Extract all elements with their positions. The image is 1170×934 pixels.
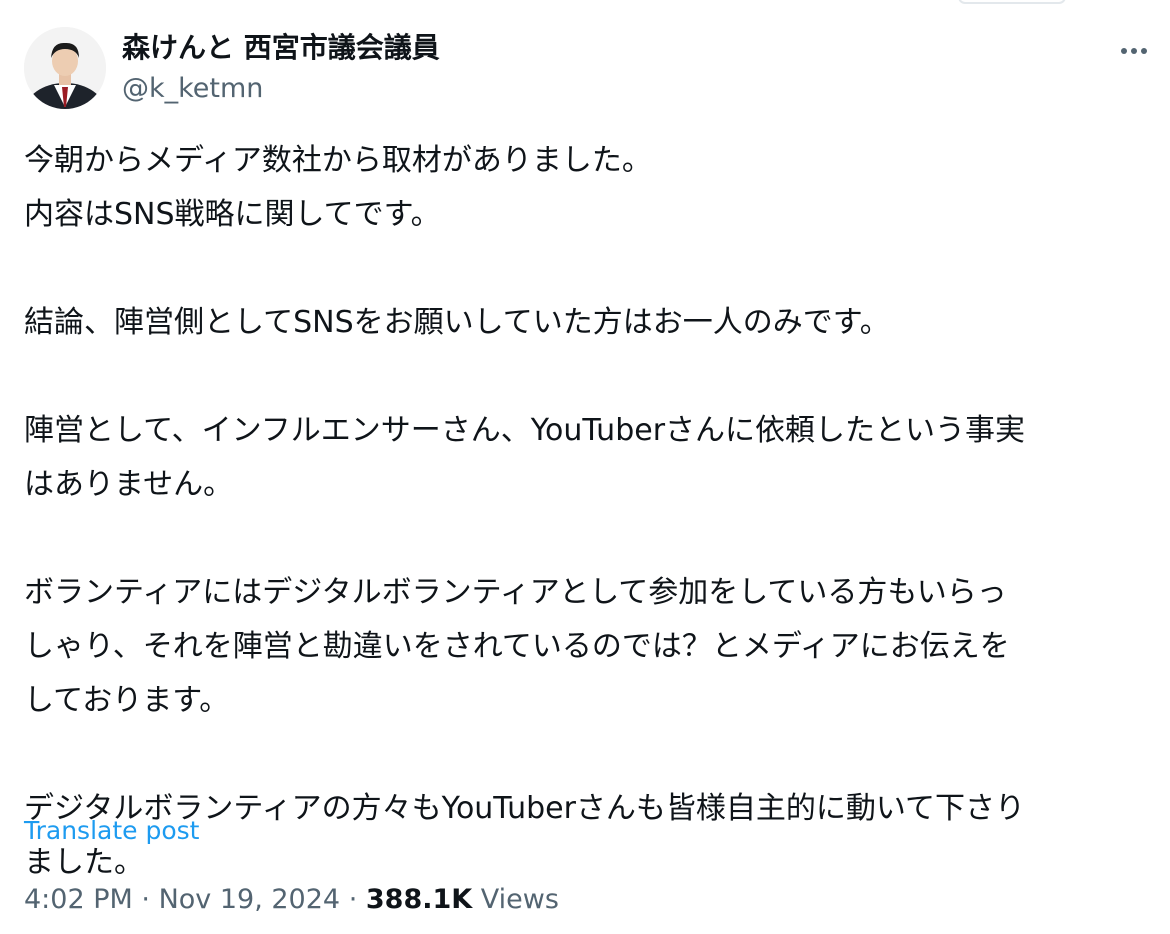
paragraph-spacer (24, 728, 1154, 782)
views-count: 388.1K (365, 884, 473, 915)
post-metadata: 4:02 PM · Nov 19, 2024 · 388.1K Views (24, 880, 559, 920)
post-paragraph: 陣営として、インフルエンサーさん、YouTuberさんに依頼したという事実 はあ… (24, 413, 1026, 502)
post-time[interactable]: 4:02 PM (24, 884, 133, 915)
author-display-name[interactable]: 森けんと 西宮市議会議員 (122, 28, 440, 68)
post-paragraph: 今朝からメディア数社から取材がありました。 内容はSNS戦略に関してです。 (24, 143, 652, 232)
paragraph-spacer (24, 242, 1154, 296)
post-paragraph: ボランティアにはデジタルボランティアとして参加をしている方もいらっ しゃり、それ… (24, 575, 1010, 718)
meta-separator: · (348, 884, 358, 915)
post-text: 今朝からメディア数社から取材がありました。 内容はSNS戦略に関してです。 結論… (24, 134, 1154, 890)
views-label: Views (480, 884, 559, 915)
more-horizontal-icon (1121, 48, 1147, 54)
author-handle[interactable]: @k_ketmn (122, 70, 263, 108)
more-button[interactable] (1112, 36, 1156, 66)
post-paragraph: 結論、陣営側としてSNSをお願いしていた方はお一人のみです。 (24, 305, 890, 340)
top-pill-edge (958, 0, 1066, 4)
post-date[interactable]: Nov 19, 2024 (159, 884, 341, 915)
meta-separator: · (141, 884, 150, 915)
paragraph-spacer (24, 512, 1154, 566)
paragraph-spacer (24, 350, 1154, 404)
avatar[interactable] (24, 27, 106, 109)
translate-post-link[interactable]: Translate post (24, 813, 199, 849)
